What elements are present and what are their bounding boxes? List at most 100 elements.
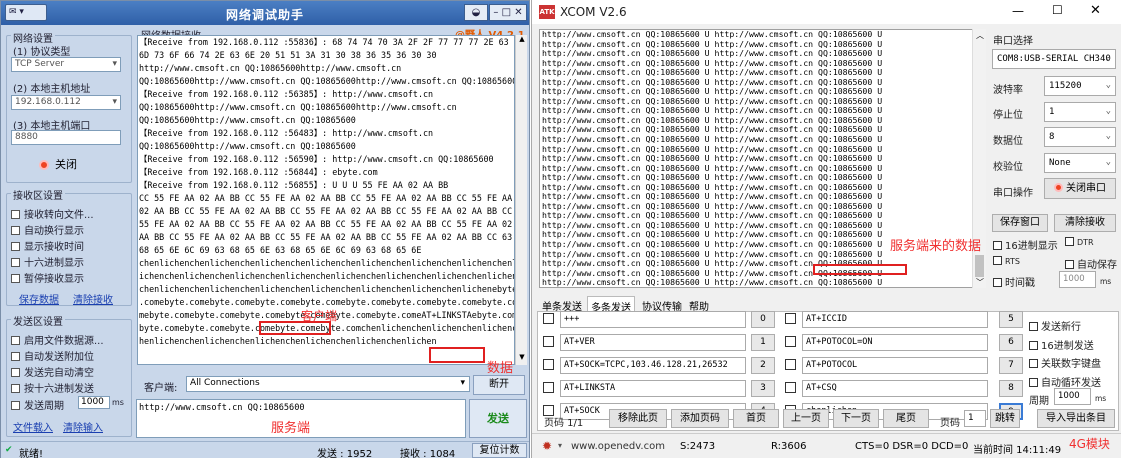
period-input[interactable]: 1000 [1054, 388, 1091, 405]
tab-help[interactable]: 帮助 [686, 296, 712, 313]
hex-send-checkbox[interactable]: 按十六进制发送 [11, 380, 94, 395]
cmd-input-0[interactable]: +++ [560, 311, 746, 328]
cmd-input-8[interactable]: AT+CSQ [802, 380, 988, 397]
auto-save-checkbox[interactable]: 自动保存 [1065, 256, 1117, 271]
data-bits-select[interactable]: 8 ⌄ [1044, 127, 1116, 147]
system-menu-button[interactable]: ✉ ▾ [5, 4, 47, 21]
close-connection-button[interactable]: 关闭 [39, 156, 77, 172]
send-cmd-button-5[interactable]: 5 [999, 311, 1023, 328]
last-page-button[interactable]: 尾页 [883, 409, 929, 428]
cmd-input-7[interactable]: AT+POTOCOL [802, 357, 988, 374]
page-input[interactable]: 1 [964, 410, 986, 427]
send-cmd-button-3[interactable]: 3 [751, 380, 775, 397]
remove-page-button[interactable]: 移除此页 [609, 409, 667, 428]
hex-display-checkbox[interactable]: 16进制显示 [993, 237, 1058, 252]
baud-select[interactable]: 115200 ⌄ [1044, 76, 1116, 96]
chevron-down-icon: ⌄ [1105, 53, 1111, 63]
parity-label: 校验位 [993, 162, 1023, 173]
port-input[interactable]: 8880 [11, 130, 121, 145]
jump-button[interactable]: 跳转 [990, 409, 1020, 428]
cmd-input-6[interactable]: AT+POTOCOL=ON [802, 334, 988, 351]
cmd-input-1[interactable]: AT+VER [560, 334, 746, 351]
app-logo-icon: ATK [539, 5, 555, 19]
auto-wrap-checkbox[interactable]: 自动换行显示 [11, 222, 84, 237]
show-recv-time-checkbox[interactable]: 显示接收时间 [11, 238, 84, 253]
tab-multi-send[interactable]: 多条发送 [587, 296, 635, 314]
host-select[interactable]: 192.168.0.112 ▾ [11, 95, 121, 110]
row-checkbox[interactable] [785, 359, 796, 370]
help-button[interactable]: ◒ [464, 4, 488, 21]
recv-to-file-checkbox[interactable]: 接收转向文件... [11, 206, 94, 221]
stop-bits-label: 停止位 [993, 110, 1023, 121]
minimize-icon[interactable]: — [1012, 4, 1024, 18]
row-checkbox[interactable] [785, 382, 796, 393]
prev-page-button[interactable]: 上一页 [783, 409, 829, 428]
dtr-checkbox[interactable]: DTR [1065, 237, 1094, 247]
clear-recv-button[interactable]: 清除接收 [1054, 214, 1116, 232]
hex-send-checkbox[interactable]: 16进制发送 [1029, 337, 1094, 352]
close-port-button[interactable]: 关闭串口 [1044, 178, 1116, 199]
send-newline-checkbox[interactable]: 发送新行 [1029, 318, 1081, 333]
client-select[interactable]: All Connections ▾ [186, 376, 470, 392]
protocol-select[interactable]: TCP Server ▾ [11, 57, 121, 72]
clear-recv-link[interactable]: 清除接收 [73, 291, 113, 306]
save-data-link[interactable]: 保存数据 [19, 291, 59, 306]
reset-count-button[interactable]: 复位计数 [472, 443, 527, 458]
chevron-down-icon[interactable]: ▾ [558, 441, 562, 450]
data-bits-label: 数据位 [993, 136, 1023, 147]
save-window-button[interactable]: 保存窗口 [992, 214, 1048, 232]
cmd-input-5[interactable]: AT+ICCID [802, 311, 988, 328]
log-scrollbar[interactable]: ▲ ▼ [515, 35, 527, 365]
parity-select[interactable]: None ⌄ [1044, 153, 1116, 173]
row-checkbox[interactable] [543, 313, 554, 324]
status-sent-bytes: S:2473 [680, 441, 716, 452]
timestamp-checkbox[interactable]: 时间戳 [993, 274, 1035, 289]
numpad-checkbox[interactable]: 关联数字键盘 [1029, 355, 1101, 370]
port-select[interactable]: COM8:USB-SERIAL CH340 ⌄ [992, 49, 1116, 69]
chevron-down-icon: ⌄ [1105, 131, 1111, 141]
row-checkbox[interactable] [543, 382, 554, 393]
first-page-button[interactable]: 首页 [733, 409, 779, 428]
send-cmd-button-2[interactable]: 2 [751, 357, 775, 374]
pause-display-checkbox[interactable]: 暂停接收显示 [11, 270, 84, 285]
send-cmd-button-7[interactable]: 7 [999, 357, 1023, 374]
auto-clear-checkbox[interactable]: 发送完自动清空 [11, 364, 94, 379]
auto-append-checkbox[interactable]: 自动发送附加位 [11, 348, 94, 363]
file-source-checkbox[interactable]: 启用文件数据源... [11, 332, 104, 347]
tab-protocol[interactable]: 协议传输 [639, 296, 685, 313]
timestamp-input[interactable]: 1000 [1059, 271, 1096, 288]
min-close-buttons[interactable]: – □ ✕ [489, 4, 527, 21]
clear-input-link[interactable]: 清除输入 [63, 419, 103, 434]
tab-single-send[interactable]: 单条发送 [539, 296, 585, 313]
send-period-input[interactable]: 1000 [78, 396, 110, 409]
send-cmd-button-8[interactable]: 8 [999, 380, 1023, 397]
website-link[interactable]: www.openedv.com [571, 441, 665, 452]
rts-checkbox[interactable]: RTS [993, 256, 1020, 266]
protocol-label: (1) 协议类型 [13, 47, 71, 58]
send-cmd-button-1[interactable]: 1 [751, 334, 775, 351]
cmd-input-2[interactable]: AT+SOCK=TCPC,103.46.128.21,26532 [560, 357, 746, 374]
log-line: http://www.cmsoft.cn QQ:10865600http://w… [139, 63, 402, 73]
hex-display-checkbox[interactable]: 十六进制显示 [11, 254, 84, 269]
cmd-input-3[interactable]: AT+LINKSTA [560, 380, 746, 397]
row-checkbox[interactable] [543, 359, 554, 370]
send-cmd-button-0[interactable]: 0 [751, 311, 775, 328]
row-checkbox[interactable] [543, 336, 554, 347]
send-button[interactable]: 发送 [469, 399, 527, 438]
row-checkbox[interactable] [785, 313, 796, 324]
gear-icon[interactable]: ✹ [542, 439, 552, 453]
send-cmd-button-6[interactable]: 6 [999, 334, 1023, 351]
add-page-button[interactable]: 添加页码 [671, 409, 729, 428]
disconnect-button[interactable]: 断开 [473, 375, 525, 395]
auto-loop-checkbox[interactable]: 自动循环发送 [1029, 374, 1101, 389]
stop-bits-select[interactable]: 1 ⌄ [1044, 102, 1116, 122]
file-load-link[interactable]: 文件载入 [13, 419, 53, 434]
next-page-button[interactable]: 下一页 [833, 409, 879, 428]
row-checkbox[interactable] [785, 336, 796, 347]
log-line: chenlichenchenlichenchenlichenchenlichen… [139, 284, 514, 294]
send-period-checkbox[interactable]: 发送周期 [11, 397, 64, 412]
close-icon[interactable]: ✕ [1090, 3, 1101, 18]
scroll-thumb[interactable] [975, 255, 984, 277]
maximize-icon[interactable]: ☐ [1052, 3, 1063, 17]
import-export-button[interactable]: 导入导出条目 [1037, 409, 1115, 428]
